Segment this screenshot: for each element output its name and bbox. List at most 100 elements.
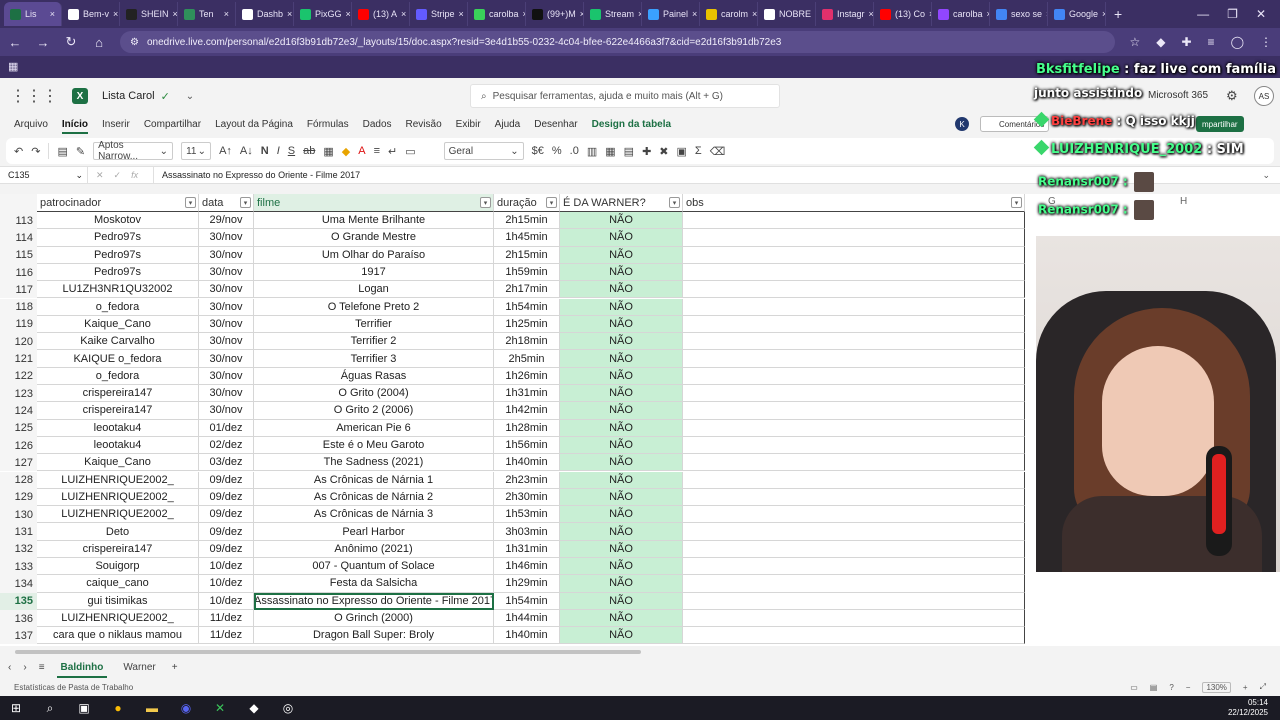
row-number[interactable]: 117	[0, 281, 37, 299]
cell-patrocinador[interactable]: caique_cano	[37, 575, 199, 593]
font-size-select[interactable]: 11 ⌄	[181, 142, 212, 160]
cell-duracao[interactable]: 2h17min	[494, 281, 560, 299]
cell-duracao[interactable]: 1h53min	[494, 506, 560, 524]
column-letter-h[interactable]: H	[1180, 196, 1187, 207]
row-number[interactable]: 116	[0, 263, 37, 282]
cell-duracao[interactable]: 1h31min	[494, 540, 560, 558]
close-tab-icon[interactable]: ×	[224, 9, 229, 19]
row-number[interactable]: 121	[0, 350, 37, 368]
cell-duracao[interactable]: 2h5min	[494, 350, 560, 368]
decrease-font-icon[interactable]: A↓	[240, 145, 253, 157]
row-number[interactable]: 130	[0, 506, 37, 524]
cell-filme[interactable]: As Crônicas de Nárnia 1	[254, 471, 494, 489]
row-number[interactable]: 132	[0, 540, 37, 558]
cell-data[interactable]: 09/dez	[199, 471, 254, 489]
cell-duracao[interactable]: 3h03min	[494, 523, 560, 541]
cell-obs[interactable]	[683, 627, 1025, 645]
name-box[interactable]: C135 ⌄	[0, 167, 88, 183]
maximize-icon[interactable]: ❐	[1227, 7, 1238, 21]
cell-patrocinador[interactable]: Deto	[37, 523, 199, 541]
cell-warner[interactable]: NÃO	[560, 385, 683, 403]
insert-icon[interactable]: ✚	[642, 145, 651, 158]
cell-filme[interactable]: Águas Rasas	[254, 367, 494, 385]
filter-dropdown-icon[interactable]: ▾	[240, 197, 251, 208]
cell-duracao[interactable]: 1h25min	[494, 315, 560, 334]
column-header-patrocinador[interactable]: patrocinador ▾	[37, 194, 199, 212]
cell-duracao[interactable]: 2h30min	[494, 488, 560, 507]
autosum-icon[interactable]: Σ	[695, 145, 702, 157]
collaborator-badge[interactable]: K	[955, 117, 969, 131]
cell-obs[interactable]	[683, 333, 1025, 351]
cell-data[interactable]: 03/dez	[199, 454, 254, 472]
help-icon[interactable]: ?	[1169, 683, 1173, 692]
cell-obs[interactable]	[683, 281, 1025, 299]
close-tab-icon[interactable]: ×	[346, 9, 351, 19]
cell-obs[interactable]	[683, 385, 1025, 403]
cell-filme[interactable]: Terrifier 2	[254, 333, 494, 351]
fullscreen-icon[interactable]: ⤢	[1260, 682, 1266, 692]
cell-duracao[interactable]: 2h15min	[494, 212, 560, 230]
format-icon[interactable]: ▣	[677, 145, 687, 158]
expand-formula-icon[interactable]: ⌄	[1262, 170, 1270, 181]
cell-data[interactable]: 09/dez	[199, 523, 254, 541]
filter-dropdown-icon[interactable]: ▾	[546, 197, 557, 208]
cell-data[interactable]: 01/dez	[199, 419, 254, 437]
cell-warner[interactable]: NÃO	[560, 540, 683, 558]
menu-icon[interactable]: ⋮	[1260, 35, 1272, 49]
all-sheets-icon[interactable]: ≡	[39, 662, 45, 673]
browser-tab[interactable]: Lis ×	[4, 2, 62, 26]
zoom-in-icon[interactable]: +	[1243, 683, 1248, 692]
cell-filme[interactable]: O Grinch (2000)	[254, 609, 494, 628]
cell-duracao[interactable]: 1h26min	[494, 367, 560, 385]
cell-patrocinador[interactable]: Pedro97s	[37, 229, 199, 247]
cell-patrocinador[interactable]: Pedro97s	[37, 263, 199, 282]
home-icon[interactable]: ⌂	[92, 35, 106, 50]
cell-data[interactable]: 11/dez	[199, 627, 254, 645]
extension-icon[interactable]: ◆	[1156, 35, 1165, 49]
row-number[interactable]: 119	[0, 315, 37, 334]
cell-filme[interactable]: Terrifier 3	[254, 350, 494, 368]
ribbon-tab[interactable]: Compartilhar	[144, 119, 201, 130]
row-number[interactable]: 131	[0, 523, 37, 541]
cell-duracao[interactable]: 2h23min	[494, 471, 560, 489]
cell-obs[interactable]	[683, 263, 1025, 282]
reload-icon[interactable]: ↻	[64, 34, 78, 50]
row-number[interactable]: 124	[0, 402, 37, 420]
sheet-tab-warner[interactable]: Warner	[119, 660, 159, 675]
currency-icon[interactable]: $€	[532, 145, 544, 157]
sheet-tab-baldinho[interactable]: Baldinho	[56, 660, 108, 678]
cell-obs[interactable]	[683, 298, 1025, 316]
row-number[interactable]: 136	[0, 609, 37, 628]
cell-warner[interactable]: NÃO	[560, 333, 683, 351]
row-number[interactable]: 134	[0, 575, 37, 593]
font-color-icon[interactable]: A	[358, 145, 365, 157]
cancel-icon[interactable]: ✕	[96, 170, 104, 181]
align-icon[interactable]: ≡	[374, 145, 380, 157]
cell-patrocinador[interactable]: LUIZHENRIQUE2002_	[37, 471, 199, 489]
chevron-down-icon[interactable]: ⌄	[186, 91, 194, 102]
cell-duracao[interactable]: 1h59min	[494, 263, 560, 282]
row-number[interactable]: 115	[0, 246, 37, 264]
ribbon-tab[interactable]: Desenhar	[534, 119, 577, 130]
share-button[interactable]: mpartilhar	[1196, 116, 1244, 132]
close-tab-icon[interactable]: ×	[50, 9, 55, 19]
bookmark-star-icon[interactable]: ☆	[1129, 35, 1140, 49]
cell-warner[interactable]: NÃO	[560, 402, 683, 420]
cell-warner[interactable]: NÃO	[560, 627, 683, 645]
cell-duracao[interactable]: 1h40min	[494, 454, 560, 472]
app-icon[interactable]: ◆	[246, 700, 262, 716]
document-name[interactable]: Lista Carol	[102, 90, 155, 102]
cell-data[interactable]: 09/dez	[199, 488, 254, 507]
cell-obs[interactable]	[683, 575, 1025, 593]
cell-duracao[interactable]: 1h29min	[494, 575, 560, 593]
cell-obs[interactable]	[683, 592, 1025, 610]
filter-dropdown-icon[interactable]: ▾	[185, 197, 196, 208]
borders-icon[interactable]: ▦	[323, 145, 333, 158]
ribbon-tab[interactable]: Exibir	[456, 119, 481, 130]
prev-sheet-icon[interactable]: ‹	[8, 662, 11, 673]
ribbon-tab[interactable]: Revisão	[406, 119, 442, 130]
cell-warner[interactable]: NÃO	[560, 558, 683, 576]
ribbon-tab[interactable]: Dados	[363, 119, 392, 130]
view-normal-icon[interactable]: ▭	[1130, 683, 1138, 692]
cell-filme[interactable]: Logan	[254, 281, 494, 299]
